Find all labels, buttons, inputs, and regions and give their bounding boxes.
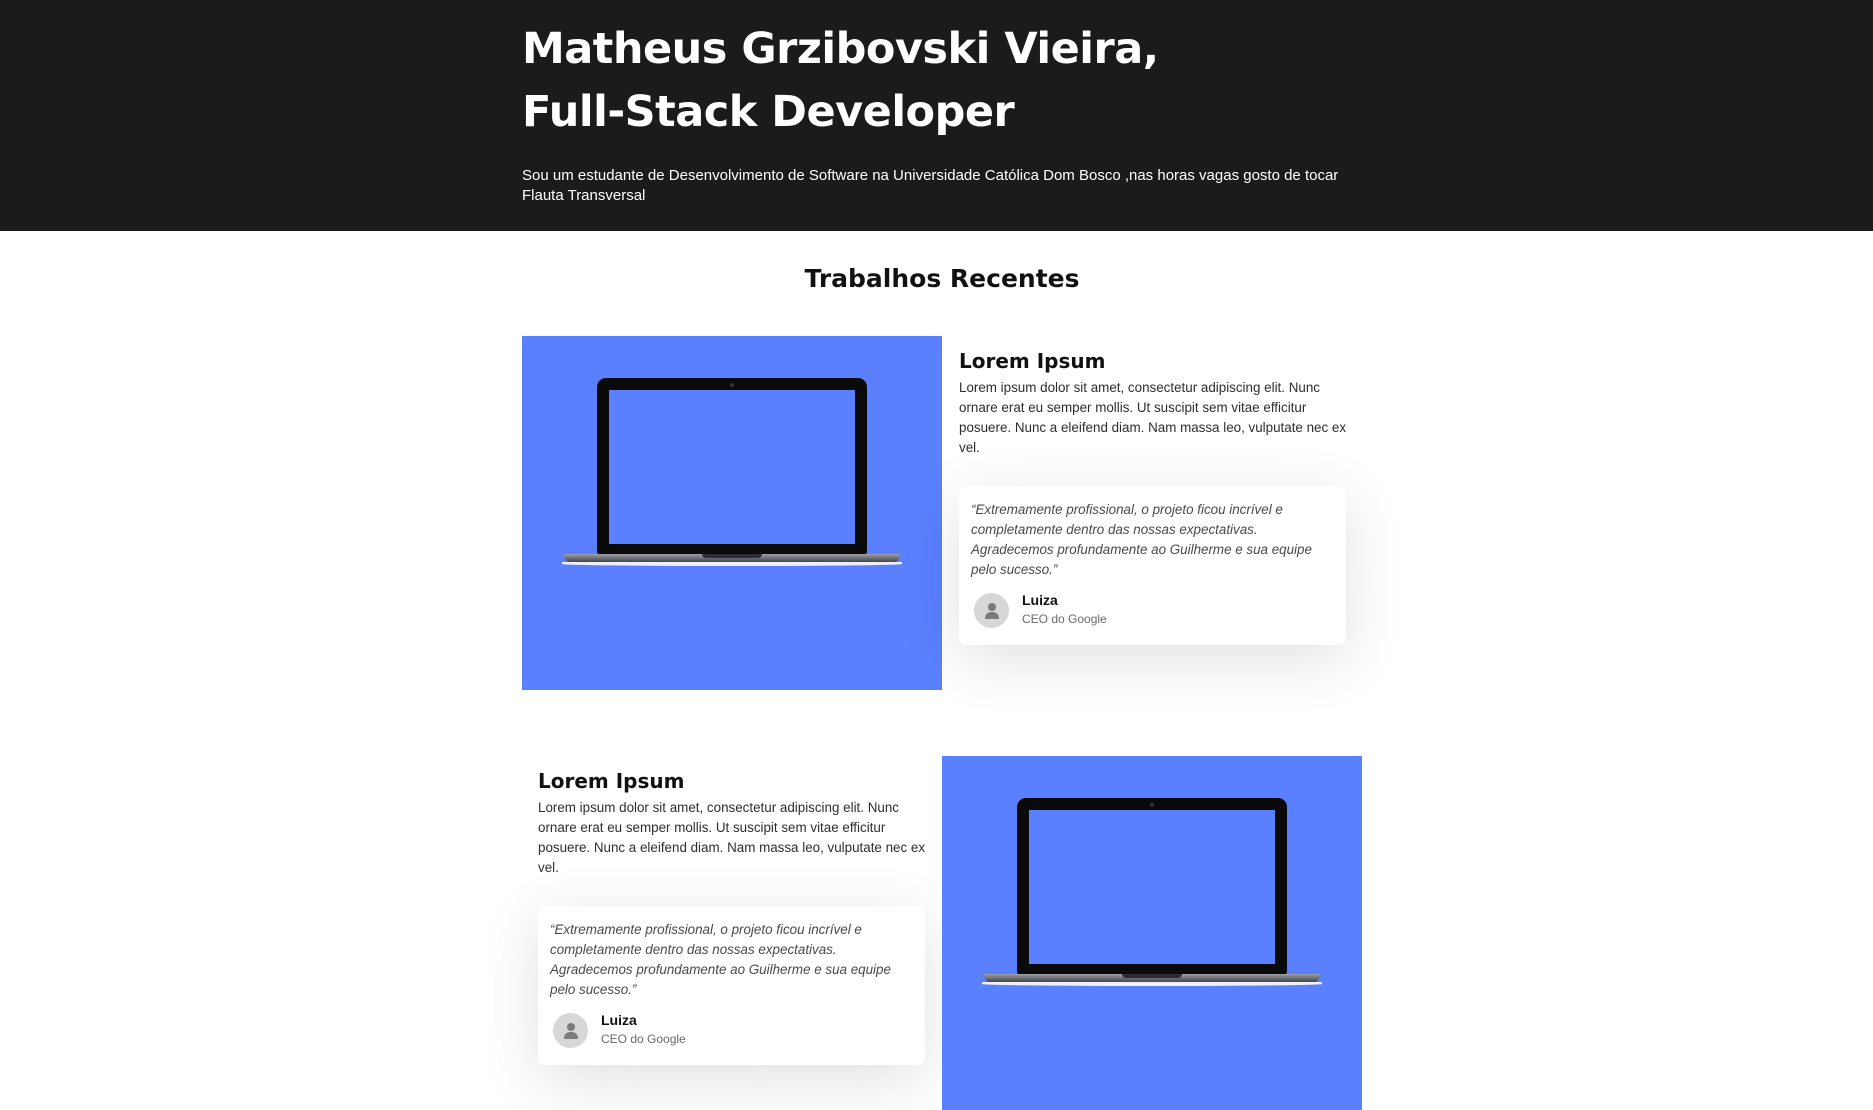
laptop-shadow	[982, 982, 1322, 986]
laptop-icon	[982, 798, 1322, 998]
project-description: Lorem ipsum dolor sit amet, consectetur …	[538, 800, 926, 875]
laptop-camera	[730, 383, 734, 387]
testimonial-card: “Extremamente profissional, o projeto fi…	[959, 486, 1346, 645]
user-avatar-icon	[553, 1013, 588, 1048]
hero-title-name: Matheus Grzibovski Vieira,	[522, 24, 1159, 74]
avatar-head	[567, 1023, 575, 1031]
avatar-head	[988, 603, 996, 611]
author-name: Luiza	[601, 1012, 637, 1028]
laptop-display	[1029, 810, 1275, 964]
hero-title-role: Full-Stack Developer	[522, 87, 1015, 137]
testimonial-quote: “Extremamente profissional, o projeto fi…	[550, 922, 891, 997]
project-card: Lorem Ipsum Lorem ipsum dolor sit amet, …	[522, 336, 1362, 690]
project-card: Lorem Ipsum Lorem ipsum dolor sit amet, …	[522, 756, 1362, 1110]
hero-title: Matheus Grzibovski Vieira, Full-Stack De…	[522, 18, 1362, 144]
hero-content: Matheus Grzibovski Vieira, Full-Stack De…	[522, 18, 1362, 206]
laptop-icon	[562, 378, 902, 578]
laptop-display	[609, 390, 855, 544]
laptop-screen	[597, 378, 867, 554]
laptop-notch	[1122, 974, 1182, 978]
project-image	[942, 756, 1362, 1110]
avatar-body	[564, 1032, 578, 1039]
project-description: Lorem ipsum dolor sit amet, consectetur …	[959, 380, 1347, 455]
section-title: Trabalhos Recentes	[804, 264, 1080, 293]
author-role: CEO do Google	[1022, 612, 1107, 626]
project-content: Lorem Ipsum Lorem ipsum dolor sit amet, …	[959, 346, 1359, 645]
project-image	[522, 336, 942, 690]
user-avatar-icon	[974, 593, 1009, 628]
project-content: Lorem Ipsum Lorem ipsum dolor sit amet, …	[538, 766, 938, 1065]
hero-header: Matheus Grzibovski Vieira, Full-Stack De…	[0, 0, 1873, 231]
laptop-notch	[702, 554, 762, 558]
laptop-camera	[1150, 803, 1154, 807]
project-title: Lorem Ipsum	[538, 769, 685, 793]
avatar-body	[985, 612, 999, 619]
testimonial-card: “Extremamente profissional, o projeto fi…	[538, 906, 925, 1065]
author-name: Luiza	[1022, 592, 1058, 608]
author-role: CEO do Google	[601, 1032, 686, 1046]
hero-description: Sou um estudante de Desenvolvimento de S…	[522, 167, 1339, 204]
laptop-shadow	[562, 562, 902, 566]
project-title: Lorem Ipsum	[959, 349, 1106, 373]
testimonial-quote: “Extremamente profissional, o projeto fi…	[971, 502, 1312, 577]
laptop-screen	[1017, 798, 1287, 974]
